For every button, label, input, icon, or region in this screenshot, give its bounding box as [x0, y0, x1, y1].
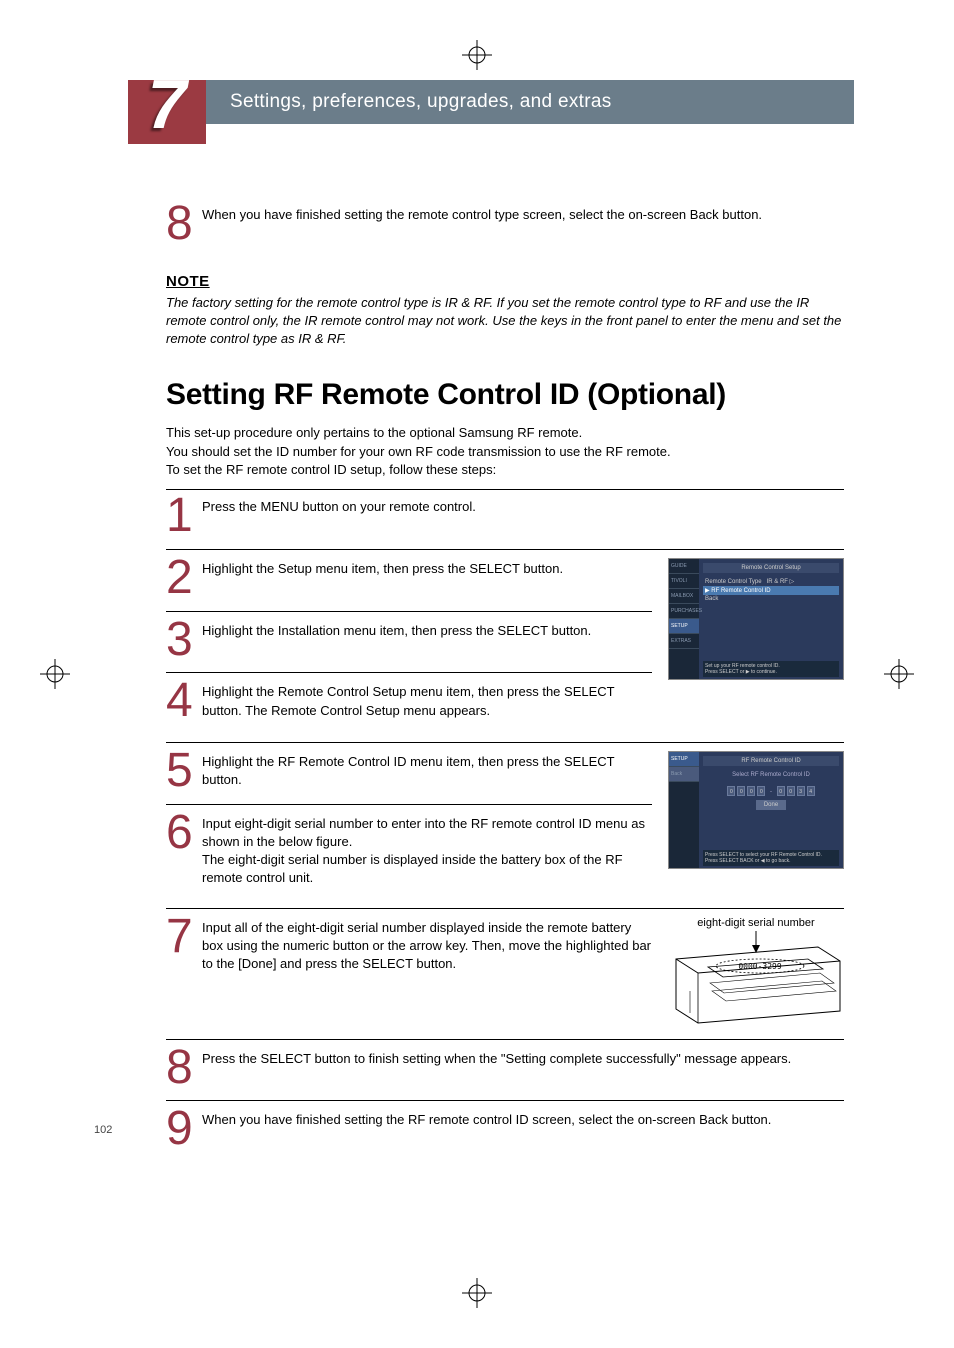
step-text: Highlight the Setup menu item, then pres…	[202, 558, 652, 578]
screenshot-title: RF Remote Control ID	[703, 756, 839, 766]
step-number: 6	[166, 813, 202, 854]
step-text: Highlight the Remote Control Setup menu …	[202, 681, 652, 719]
done-button: Done	[756, 800, 786, 810]
screenshot-subtitle: Select RF Remote Control ID	[703, 772, 839, 778]
screenshot-rf-id: SETUP Back RF Remote Control ID Select R…	[668, 751, 844, 869]
step-text: Input eight-digit serial number to enter…	[202, 813, 652, 888]
screenshot-footer: Press SELECT to select your RF Remote Co…	[703, 850, 839, 866]
screenshot-sidebar: SETUP Back	[669, 752, 699, 868]
section-title: Setting RF Remote Control ID (Optional)	[166, 378, 844, 412]
step-6: 6 Input eight-digit serial number to ent…	[166, 813, 652, 888]
crop-mark-right	[884, 659, 914, 689]
chapter-title: Settings, preferences, upgrades, and ext…	[230, 91, 612, 113]
step-1: 1 Press the MENU button on your remote c…	[166, 496, 844, 537]
step-number: 4	[166, 681, 202, 722]
step-text: Highlight the Installation menu item, th…	[202, 620, 652, 640]
step-text: When you have finished setting the remot…	[202, 204, 844, 224]
step-number: 7	[166, 917, 202, 958]
step-8: 8 Press the SELECT button to finish sett…	[166, 1048, 844, 1089]
chapter-title-bar: Settings, preferences, upgrades, and ext…	[170, 80, 854, 124]
menu-item-highlighted: ▶ RF Remote Control ID	[703, 586, 839, 595]
section-intro: This set-up procedure only pertains to t…	[166, 424, 844, 490]
step-number: 9	[166, 1109, 202, 1150]
step-number: 8	[166, 204, 202, 245]
page-number: 102	[94, 1124, 112, 1136]
content-area: 8 When you have finished setting the rem…	[166, 204, 844, 1150]
step-number: 3	[166, 620, 202, 661]
step-number: 8	[166, 1048, 202, 1089]
menu-item: Back	[703, 595, 839, 603]
note-heading: NOTE	[166, 273, 844, 290]
crop-mark-bottom	[462, 1278, 492, 1308]
chapter-number: 7	[148, 64, 187, 144]
step-text: Press the MENU button on your remote con…	[202, 496, 844, 516]
step-4: 4 Highlight the Remote Control Setup men…	[166, 681, 652, 722]
step-text: When you have finished setting the RF re…	[202, 1109, 844, 1129]
note-block: NOTE The factory setting for the remote …	[166, 273, 844, 349]
chapter-header: 7 Settings, preferences, upgrades, and e…	[110, 80, 854, 124]
serial-number-text: 0000-3299	[738, 962, 782, 971]
step-5: 5 Highlight the RF Remote Control ID men…	[166, 751, 652, 792]
crop-mark-left	[40, 659, 70, 689]
digit-entry: 0000 - 0034	[703, 786, 839, 796]
remote-diagram: eight-digit serial number 0000-3299	[668, 917, 844, 1027]
screenshot-sidebar: GUIDE TIVOLI MAILBOX PURCHASES SETUP EXT…	[669, 559, 699, 679]
menu-item: Remote Control Type IR & RF ▷	[703, 577, 839, 586]
diagram-label: eight-digit serial number	[668, 917, 844, 929]
step-text: Input all of the eight-digit serial numb…	[202, 917, 652, 974]
chapter-number-box: 7	[128, 80, 206, 144]
step-text: Highlight the RF Remote Control ID menu …	[202, 751, 652, 789]
step-9: 9 When you have finished setting the RF …	[166, 1109, 844, 1150]
step-text: Press the SELECT button to finish settin…	[202, 1048, 844, 1068]
step-3: 3 Highlight the Installation menu item, …	[166, 620, 652, 661]
step-7: 7 Input all of the eight-digit serial nu…	[166, 917, 652, 974]
step-2: 2 Highlight the Setup menu item, then pr…	[166, 558, 652, 599]
step-number: 5	[166, 751, 202, 792]
screenshot-title: Remote Control Setup	[703, 563, 839, 573]
prior-step-8: 8 When you have finished setting the rem…	[166, 204, 844, 245]
page: 7 Settings, preferences, upgrades, and e…	[0, 0, 954, 1348]
step-number: 2	[166, 558, 202, 599]
step-number: 1	[166, 496, 202, 537]
note-text: The factory setting for the remote contr…	[166, 294, 844, 349]
screenshot-footer: Set up your RF remote control ID. Press …	[703, 661, 839, 677]
screenshot-remote-setup: GUIDE TIVOLI MAILBOX PURCHASES SETUP EXT…	[668, 558, 844, 680]
crop-mark-top	[462, 40, 492, 70]
